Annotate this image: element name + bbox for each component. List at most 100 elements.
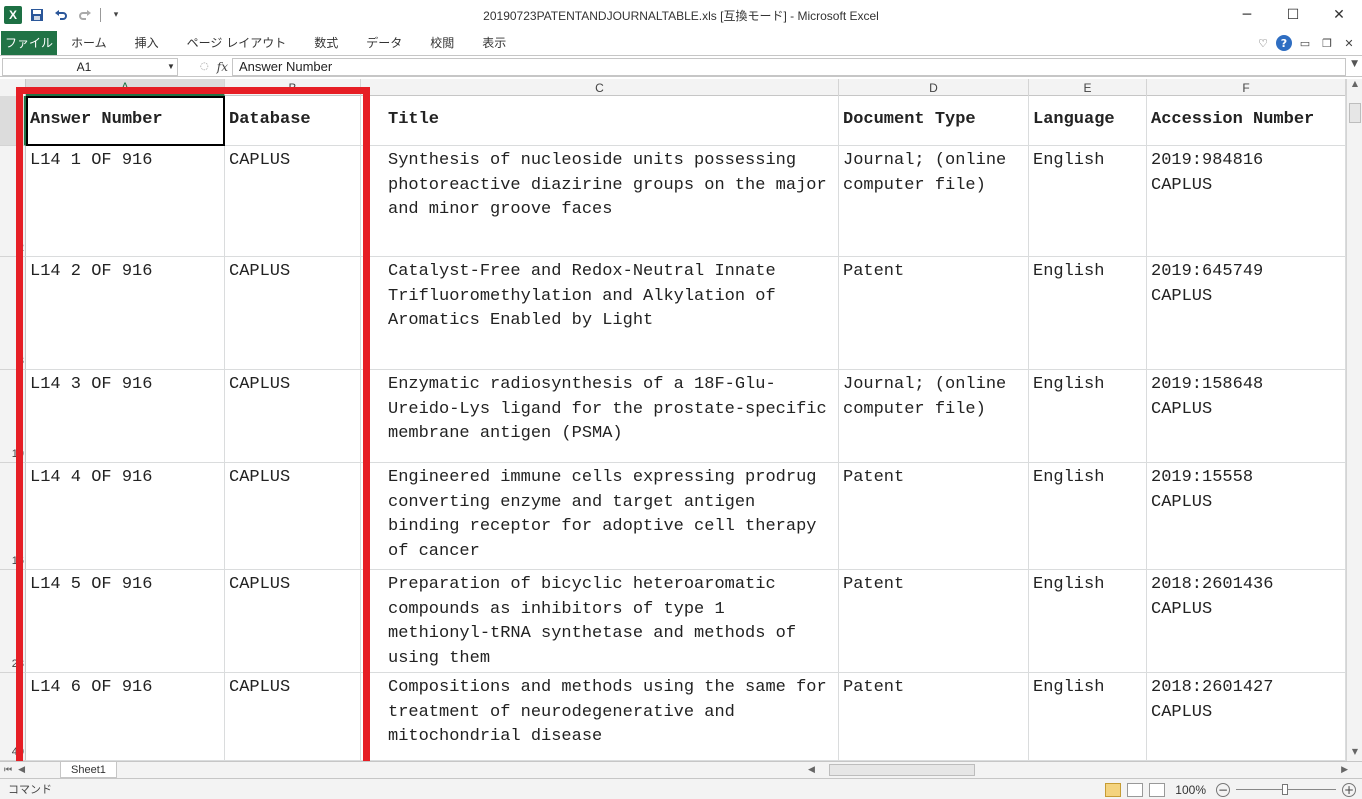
table-cell[interactable]: CAPLUS [225, 570, 361, 673]
tab-view[interactable]: 表示 [468, 31, 520, 55]
table-cell[interactable]: 2019:645749 CAPLUS [1147, 257, 1346, 370]
horizontal-scrollbar[interactable]: ◀ ▶ [808, 763, 1348, 777]
minimize-button[interactable]: ─ [1224, 0, 1270, 30]
ribbon-collapse-icon[interactable]: ♡ [1254, 34, 1272, 52]
doc-close-icon[interactable]: ✕ [1340, 34, 1358, 52]
select-all-corner[interactable] [0, 79, 26, 96]
tab-home[interactable]: ホーム [57, 31, 121, 55]
column-header-b[interactable]: B [225, 79, 361, 96]
table-cell[interactable]: Journal; (online computer file) [839, 370, 1029, 463]
cell-e1-header[interactable]: Language [1029, 96, 1147, 146]
formula-expand-icon[interactable]: ▼ [1351, 59, 1358, 69]
chevron-down-icon[interactable]: ▼ [165, 62, 177, 71]
table-cell[interactable]: English [1029, 370, 1147, 463]
tab-page-layout[interactable]: ページ レイアウト [173, 31, 301, 55]
table-cell[interactable]: L14 3 OF 916 [26, 370, 225, 463]
vertical-scroll-thumb[interactable] [1349, 103, 1361, 123]
table-cell[interactable]: 2019:15558 CAPLUS [1147, 463, 1346, 570]
zoom-slider[interactable] [1236, 784, 1336, 795]
table-cell[interactable]: CAPLUS [225, 673, 361, 761]
first-sheet-icon[interactable]: ⏮ [4, 765, 12, 775]
table-cell[interactable]: Catalyst-Free and Redox-Neutral Innate T… [361, 257, 839, 370]
scroll-right-icon[interactable]: ▶ [1341, 765, 1348, 775]
row-header[interactable]: 28 [0, 570, 26, 673]
table-cell[interactable]: L14 1 OF 916 [26, 146, 225, 257]
tab-insert[interactable]: 挿入 [121, 31, 173, 55]
page-layout-view-icon[interactable] [1127, 782, 1144, 797]
table-cell[interactable]: L14 6 OF 916 [26, 673, 225, 761]
table-cell[interactable]: English [1029, 570, 1147, 673]
cell-d1-header[interactable]: Document Type [839, 96, 1029, 146]
save-icon[interactable] [28, 6, 46, 24]
table-cell[interactable]: 2018:2601427 CAPLUS [1147, 673, 1346, 761]
zoom-slider-thumb[interactable] [1282, 784, 1288, 795]
prev-sheet-icon[interactable]: ◀ [18, 765, 25, 775]
table-cell[interactable]: Patent [839, 570, 1029, 673]
cell-c1-header[interactable]: Title [361, 96, 839, 146]
table-cell[interactable]: L14 2 OF 916 [26, 257, 225, 370]
table-cell[interactable]: Synthesis of nucleoside units possessing… [361, 146, 839, 257]
table-cell[interactable]: English [1029, 463, 1147, 570]
table-cell[interactable]: 2019:984816 CAPLUS [1147, 146, 1346, 257]
excel-app-icon[interactable]: X [4, 6, 22, 24]
formula-input[interactable]: Answer Number [232, 57, 1346, 76]
name-box[interactable]: A1 ▼ [2, 57, 178, 76]
close-button[interactable]: ✕ [1316, 0, 1362, 30]
undo-icon[interactable] [52, 6, 70, 24]
table-cell[interactable]: CAPLUS [225, 257, 361, 370]
table-cell[interactable]: English [1029, 146, 1147, 257]
row-header[interactable]: 16 [0, 463, 26, 570]
column-header-d[interactable]: D [839, 79, 1029, 96]
redo-icon[interactable] [76, 6, 94, 24]
row-header[interactable]: 19 [0, 370, 26, 463]
scroll-left-icon[interactable]: ◀ [808, 765, 815, 775]
table-cell[interactable]: Journal; (online computer file) [839, 146, 1029, 257]
tab-review[interactable]: 校閲 [416, 31, 468, 55]
horizontal-scroll-thumb[interactable] [828, 764, 975, 776]
maximize-button[interactable]: ☐ [1270, 0, 1316, 30]
column-header-a[interactable]: A [26, 79, 225, 96]
table-cell[interactable]: L14 4 OF 916 [26, 463, 225, 570]
table-cell[interactable]: CAPLUS [225, 370, 361, 463]
table-cell[interactable]: Compositions and methods using the same … [361, 673, 839, 761]
cell-b1-header[interactable]: Database [225, 96, 361, 146]
vertical-scrollbar[interactable]: ▲ ▼ [1346, 79, 1362, 761]
page-break-view-icon[interactable] [1149, 782, 1166, 797]
help-icon[interactable]: ? [1276, 35, 1292, 51]
table-cell[interactable]: Patent [839, 673, 1029, 761]
formula-splitter-icon[interactable]: ◌ [200, 61, 209, 72]
table-cell[interactable]: 2018:2601436 CAPLUS [1147, 570, 1346, 673]
zoom-out-button[interactable]: − [1216, 782, 1230, 797]
row-header[interactable]: 2 [0, 146, 26, 257]
table-cell[interactable]: CAPLUS [225, 146, 361, 257]
row-header[interactable]: 40 [0, 673, 26, 761]
cell-a1-header[interactable]: Answer Number [26, 96, 225, 146]
table-cell[interactable]: Preparation of bicyclic heteroaromatic c… [361, 570, 839, 673]
sheet-tab[interactable]: Sheet1 [60, 762, 117, 778]
table-cell[interactable]: English [1029, 673, 1147, 761]
column-header-f[interactable]: F [1147, 79, 1346, 96]
row-header[interactable]: 3 [0, 257, 26, 370]
table-cell[interactable]: CAPLUS [225, 463, 361, 570]
cell-f1-header[interactable]: Accession Number [1147, 96, 1346, 146]
zoom-in-button[interactable]: + [1342, 782, 1356, 797]
tab-data[interactable]: データ [352, 31, 416, 55]
tab-file[interactable]: ファイル [1, 30, 57, 55]
table-cell[interactable]: Engineered immune cells expressing prodr… [361, 463, 839, 570]
scroll-up-icon[interactable]: ▲ [1347, 79, 1362, 93]
column-header-e[interactable]: E [1029, 79, 1147, 96]
table-cell[interactable]: Patent [839, 257, 1029, 370]
table-cell[interactable]: 2019:158648 CAPLUS [1147, 370, 1346, 463]
column-header-c[interactable]: C [361, 79, 839, 96]
table-cell[interactable]: English [1029, 257, 1147, 370]
row-header[interactable]: 1 [0, 96, 26, 146]
table-cell[interactable]: Patent [839, 463, 1029, 570]
tab-formulas[interactable]: 数式 [300, 31, 352, 55]
normal-view-icon[interactable] [1105, 782, 1122, 797]
doc-minimize-icon[interactable]: ▭ [1296, 34, 1314, 52]
doc-restore-icon[interactable]: ❐ [1318, 34, 1336, 52]
zoom-level[interactable]: 100% [1171, 783, 1210, 797]
scroll-down-icon[interactable]: ▼ [1347, 747, 1362, 761]
table-cell[interactable]: Enzymatic radiosynthesis of a 18F-Glu-Ur… [361, 370, 839, 463]
table-cell[interactable]: L14 5 OF 916 [26, 570, 225, 673]
